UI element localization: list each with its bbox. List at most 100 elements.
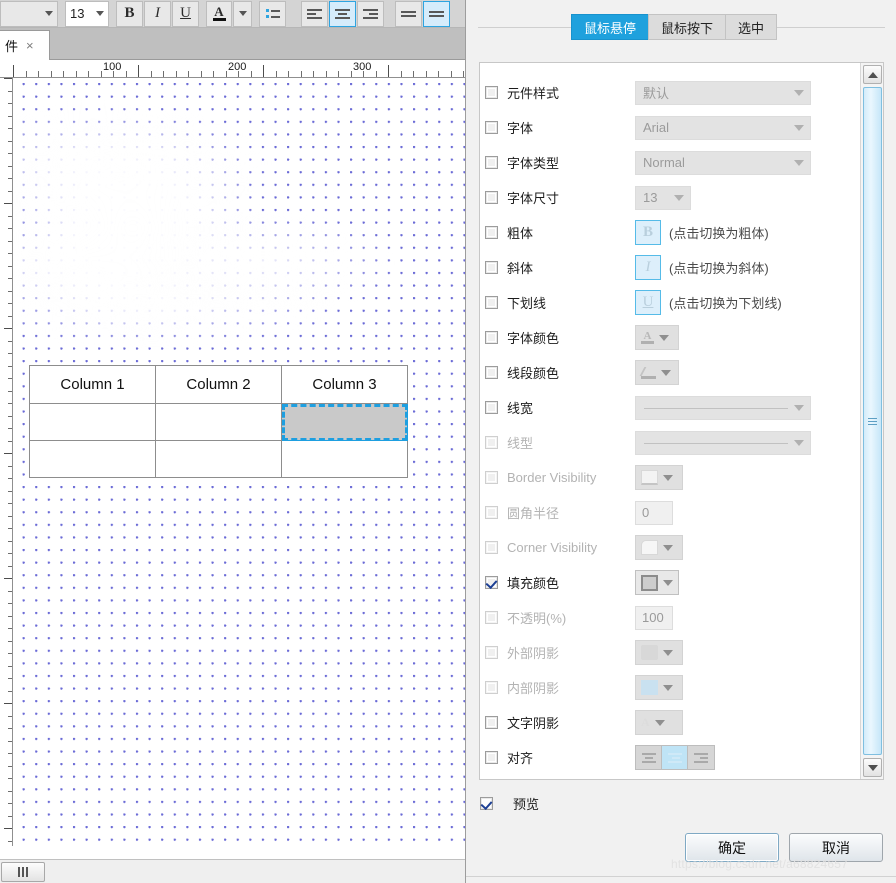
line-color-swatch-button[interactable] bbox=[635, 360, 679, 385]
inner-shadow-checkbox[interactable] bbox=[485, 681, 498, 694]
document-tab[interactable]: 件 × bbox=[0, 30, 50, 60]
ruler-minor-tick bbox=[8, 540, 12, 542]
underline-checkbox[interactable] bbox=[485, 296, 498, 309]
ruler-minor-tick bbox=[175, 71, 177, 77]
bold-checkbox[interactable] bbox=[485, 226, 498, 239]
italic-button[interactable]: I bbox=[144, 0, 171, 27]
chevron-down-icon bbox=[794, 404, 804, 411]
bullet-list-button[interactable] bbox=[259, 0, 286, 27]
table-widget[interactable]: Column 1 Column 2 Column 3 bbox=[29, 365, 408, 478]
ruler-minor-tick bbox=[8, 803, 12, 804]
text-shadow-checkbox[interactable] bbox=[485, 716, 498, 729]
scrollbar-thumb[interactable] bbox=[1, 862, 45, 882]
font-color-dropdown[interactable] bbox=[233, 0, 252, 27]
valign-middle-button[interactable] bbox=[423, 0, 450, 27]
text-shadow-swatch-button[interactable]: A bbox=[635, 710, 683, 735]
scroll-up-button[interactable] bbox=[863, 65, 882, 84]
border-visibility-checkbox[interactable] bbox=[485, 471, 498, 484]
opacity-input[interactable]: 100 bbox=[635, 605, 673, 630]
align-left-button[interactable] bbox=[636, 746, 662, 769]
ruler-minor-tick bbox=[8, 378, 12, 379]
font-family-combo[interactable] bbox=[0, 0, 58, 27]
border-visibility-label: Border Visibility bbox=[507, 470, 597, 485]
align-left-button[interactable] bbox=[301, 0, 328, 27]
outer-shadow-swatch-button[interactable] bbox=[635, 640, 683, 665]
bold-button[interactable]: B bbox=[116, 0, 143, 27]
underline-toggle-button[interactable]: U bbox=[635, 290, 661, 315]
table-cell[interactable] bbox=[29, 440, 156, 478]
corner-visibility-control bbox=[635, 535, 683, 560]
preview-checkbox[interactable] bbox=[480, 797, 493, 810]
line-width-checkbox[interactable] bbox=[485, 401, 498, 414]
valign-middle-icon bbox=[429, 9, 444, 19]
widget-style-checkbox[interactable] bbox=[485, 86, 498, 99]
table-cell[interactable] bbox=[281, 440, 408, 478]
line-type-checkbox[interactable] bbox=[485, 436, 498, 449]
line-type-select[interactable] bbox=[635, 430, 811, 455]
ruler-minor-tick bbox=[8, 365, 12, 367]
corner-visibility-checkbox[interactable] bbox=[485, 541, 498, 554]
font-family-select[interactable]: Arial bbox=[635, 115, 811, 140]
close-icon[interactable]: × bbox=[26, 38, 34, 53]
bold-toggle-button[interactable]: B bbox=[635, 220, 661, 245]
font-family-checkbox[interactable] bbox=[485, 121, 498, 134]
font-color-swatch-button[interactable]: A bbox=[635, 325, 679, 350]
table-cell[interactable] bbox=[29, 403, 156, 441]
chevron-down-icon bbox=[663, 649, 673, 656]
fill-color-swatch-button[interactable] bbox=[635, 570, 679, 595]
scrollbar-thumb[interactable] bbox=[863, 87, 882, 755]
border-visibility-swatch-button[interactable] bbox=[635, 465, 683, 490]
ruler-major-tick bbox=[4, 578, 12, 579]
table-cell[interactable] bbox=[155, 440, 282, 478]
corner-radius-checkbox[interactable] bbox=[485, 506, 498, 519]
line-color-checkbox[interactable] bbox=[485, 366, 498, 379]
ruler-minor-tick bbox=[8, 690, 12, 692]
align-right-icon bbox=[363, 7, 378, 21]
style-row-border-visibility: Border Visibility bbox=[480, 460, 859, 495]
underline-button[interactable]: U bbox=[172, 0, 199, 27]
italic-checkbox[interactable] bbox=[485, 261, 498, 274]
dialog-tab-2[interactable]: 选中 bbox=[725, 14, 778, 40]
table-header-cell[interactable]: Column 3 bbox=[281, 365, 408, 404]
table-header-cell[interactable]: Column 2 bbox=[155, 365, 282, 404]
font-size-combo[interactable]: 13 bbox=[65, 0, 109, 27]
alignment-checkbox[interactable] bbox=[485, 751, 498, 764]
preview-row[interactable]: 预览 bbox=[480, 794, 539, 813]
line-width-select[interactable] bbox=[635, 395, 811, 420]
ruler-minor-tick bbox=[8, 403, 12, 404]
table[interactable]: Column 1 Column 2 Column 3 bbox=[29, 365, 408, 478]
widget-style-select[interactable]: 默认 bbox=[635, 80, 811, 105]
align-center-button[interactable] bbox=[329, 0, 356, 27]
align-right-button[interactable] bbox=[688, 746, 714, 769]
font-style-checkbox[interactable] bbox=[485, 156, 498, 169]
corner-radius-input[interactable]: 0 bbox=[635, 500, 673, 525]
font-size-checkbox[interactable] bbox=[485, 191, 498, 204]
valign-top-button[interactable] bbox=[395, 0, 422, 27]
dialog-tab-0[interactable]: 鼠标悬停 bbox=[571, 14, 649, 40]
corner-visibility-swatch-button[interactable] bbox=[635, 535, 683, 560]
table-cell-selected[interactable] bbox=[281, 403, 408, 441]
inner-shadow-swatch-button[interactable] bbox=[635, 675, 683, 700]
style-row-font-family: 字体 Arial bbox=[480, 110, 859, 145]
font-color-button[interactable]: A bbox=[206, 0, 232, 27]
horizontal-scrollbar[interactable] bbox=[0, 859, 465, 883]
font-color-label: 字体颜色 bbox=[507, 331, 560, 346]
table-cell[interactable] bbox=[155, 403, 282, 441]
outer-shadow-checkbox[interactable] bbox=[485, 646, 498, 659]
font-style-select[interactable]: Normal bbox=[635, 150, 811, 175]
dialog-tab-1[interactable]: 鼠标按下 bbox=[648, 14, 726, 40]
italic-toggle-button[interactable]: I bbox=[635, 255, 661, 280]
font-color-checkbox[interactable] bbox=[485, 331, 498, 344]
style-rows: 元件样式 默认 字体 Arial 字体类型 Normal 字体尺寸 13 粗体 B (点击切换为粗体… bbox=[480, 63, 859, 775]
font-size-select[interactable]: 13 bbox=[635, 185, 691, 210]
design-canvas[interactable]: Column 1 Column 2 Column 3 bbox=[13, 78, 465, 846]
align-right-button[interactable] bbox=[357, 0, 384, 27]
fill-color-checkbox[interactable] bbox=[485, 576, 498, 589]
scroll-down-button[interactable] bbox=[863, 758, 882, 777]
opacity-checkbox[interactable] bbox=[485, 611, 498, 624]
table-header-cell[interactable]: Column 1 bbox=[29, 365, 156, 404]
alignment-control bbox=[635, 745, 715, 770]
bullet-list-icon bbox=[265, 9, 280, 18]
align-center-button[interactable] bbox=[662, 746, 688, 769]
panel-vertical-scrollbar[interactable] bbox=[860, 63, 883, 779]
